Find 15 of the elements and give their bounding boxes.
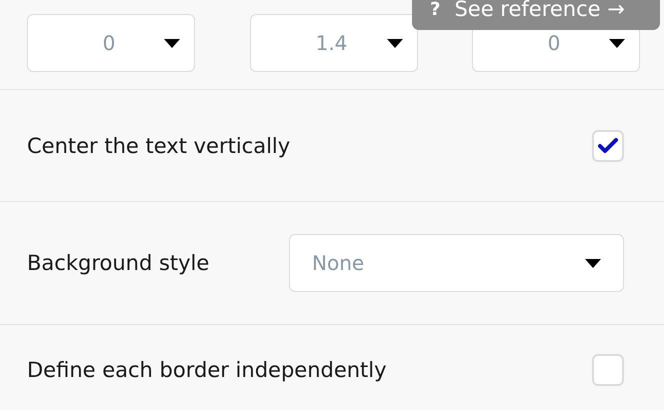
background-style-dropdown[interactable]: None xyxy=(289,234,624,292)
caret-icon xyxy=(585,258,601,268)
check-icon xyxy=(598,138,618,154)
caret-icon xyxy=(386,38,402,48)
caret-icon xyxy=(609,38,625,48)
checkbox[interactable] xyxy=(592,130,624,162)
setting-label: Define each border independently xyxy=(27,358,387,382)
setting-label: Center the text vertically xyxy=(27,134,290,158)
number-dropdown[interactable]: 1.4 xyxy=(250,14,418,72)
checkbox[interactable] xyxy=(592,354,624,386)
reference-tooltip[interactable]: ? See reference → xyxy=(412,0,660,30)
setting-label: Background style xyxy=(27,251,210,275)
number-dropdown[interactable]: 0 xyxy=(27,14,195,72)
help-icon: ? xyxy=(430,0,440,20)
caret-icon xyxy=(164,38,180,48)
